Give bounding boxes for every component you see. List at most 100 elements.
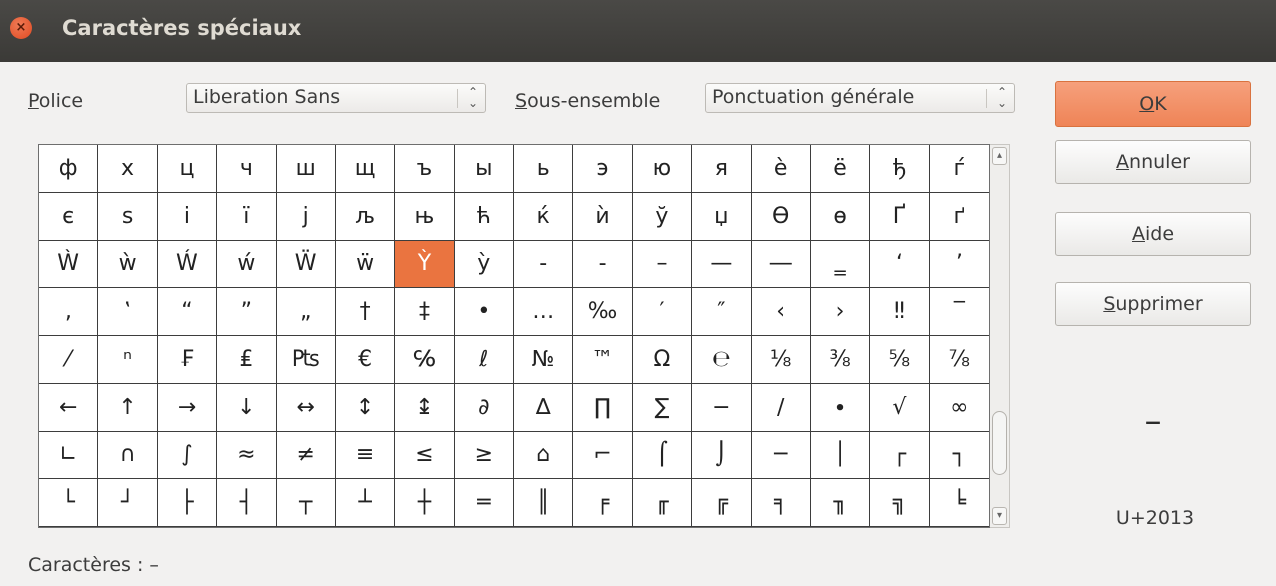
scroll-thumb[interactable] [992, 411, 1007, 475]
character-cell[interactable]: ь [514, 145, 574, 193]
character-cell[interactable]: ™ [573, 336, 633, 384]
character-cell[interactable]: è [751, 145, 811, 193]
character-cell[interactable]: џ [692, 192, 752, 241]
character-cell[interactable]: € [335, 336, 396, 384]
character-cell[interactable]: ┬ [276, 479, 336, 527]
character-cell[interactable]: ẃ [217, 240, 277, 289]
ok-button[interactable]: OK [1055, 81, 1251, 127]
character-cell[interactable]: ╓ [632, 479, 693, 527]
font-combobox[interactable]: Liberation Sans ⌃ ⌄ [186, 83, 486, 113]
character-cell[interactable]: ë [810, 145, 871, 193]
character-cell[interactable]: ∙ [810, 383, 871, 432]
character-cell[interactable]: ┘ [98, 479, 158, 527]
character-cell[interactable]: „ [276, 288, 336, 336]
character-cell[interactable]: — [692, 240, 752, 289]
character-cell[interactable]: ‛ [98, 288, 158, 336]
character-cell[interactable]: ┌ [870, 431, 930, 480]
character-cell[interactable]: э [573, 145, 633, 193]
character-cell[interactable]: ш [276, 145, 336, 193]
character-cell[interactable]: № [514, 336, 574, 384]
subset-combobox[interactable]: Ponctuation générale ⌃ ⌄ [705, 83, 1015, 113]
character-cell[interactable]: ‑ [573, 240, 633, 289]
character-grid[interactable]: фхцчшщъыьэюяèëђѓ єѕіїјљњћќѝўџѲѳҐґ ẀẁẂẃẄẅỲỳ… [38, 144, 990, 528]
character-cell[interactable]: ѳ [810, 192, 871, 241]
character-cell[interactable]: ⌡ [692, 431, 752, 480]
character-cell[interactable]: ц [157, 145, 218, 193]
character-cell[interactable]: ⌐ [573, 431, 633, 480]
character-cell[interactable]: ќ [514, 192, 574, 241]
character-cell[interactable]: ├ [157, 479, 218, 527]
character-cell[interactable]: ї [217, 192, 277, 241]
character-cell[interactable]: ∩ [98, 431, 158, 480]
character-cell[interactable]: Ẅ [276, 240, 336, 289]
character-cell[interactable]: ≈ [217, 431, 277, 480]
character-cell[interactable]: ’ [929, 241, 989, 289]
character-cell[interactable]: → [157, 383, 218, 432]
character-cell[interactable]: ∏ [573, 383, 633, 432]
character-cell[interactable]: ╘ [929, 479, 989, 527]
character-cell[interactable]: † [335, 288, 396, 336]
scroll-down-icon[interactable]: ▾ [992, 507, 1007, 525]
character-cell[interactable]: ⅝ [870, 336, 930, 384]
character-cell[interactable]: ђ [870, 145, 930, 193]
character-cell[interactable]: Ω [632, 336, 693, 384]
character-cell[interactable]: ╗ [870, 479, 930, 527]
close-icon[interactable]: × [10, 17, 32, 39]
character-cell[interactable]: “ [157, 288, 218, 336]
delete-button[interactable]: Supprimer [1055, 282, 1251, 326]
character-cell[interactable]: ј [276, 192, 336, 241]
character-cell[interactable]: ы [454, 145, 514, 193]
scroll-up-icon[interactable]: ▴ [992, 147, 1007, 165]
character-cell[interactable]: ∞ [929, 384, 989, 432]
character-cell[interactable]: ― [751, 240, 811, 289]
character-cell[interactable]: │ [810, 431, 871, 480]
character-cell[interactable]: ℅ [395, 336, 455, 384]
character-cell[interactable]: ѝ [573, 192, 633, 241]
character-cell[interactable]: √ [870, 383, 930, 432]
character-cell[interactable]: ║ [514, 479, 574, 527]
character-cell[interactable]: ∕ [751, 383, 811, 432]
character-cell[interactable]: є [39, 192, 99, 241]
character-cell[interactable]: ₣ [157, 336, 218, 384]
character-cell[interactable]: ≠ [276, 431, 336, 480]
character-cell[interactable]: ╕ [751, 479, 811, 527]
character-cell[interactable]: ⌂ [514, 431, 574, 480]
character-cell[interactable]: њ [395, 192, 455, 241]
character-cell[interactable]: ↑ [98, 383, 158, 432]
character-cell[interactable]: ⁄ [39, 336, 99, 384]
character-cell[interactable]: ‹ [751, 288, 811, 336]
character-cell[interactable]: ┐ [929, 432, 989, 480]
character-cell[interactable]: щ [335, 145, 396, 193]
character-cell[interactable]: ℮ [692, 336, 752, 384]
character-cell[interactable]: ‘ [870, 240, 930, 289]
character-cell[interactable]: ← [39, 383, 99, 432]
character-cell[interactable]: ≡ [335, 431, 396, 480]
character-cell[interactable]: ╔ [692, 479, 752, 527]
character-cell[interactable]: ґ [929, 193, 989, 241]
character-cell[interactable]: ⁿ [98, 336, 158, 384]
character-cell[interactable]: ≥ [454, 431, 514, 480]
character-cell[interactable]: › [810, 288, 871, 336]
character-cell[interactable]: ‾ [929, 288, 989, 336]
character-cell[interactable]: ‐ [514, 240, 574, 289]
character-cell[interactable]: ─ [751, 431, 811, 480]
character-cell[interactable]: ‰ [573, 288, 633, 336]
character-cell[interactable]: ∂ [454, 383, 514, 432]
character-cell[interactable]: − [692, 383, 752, 432]
grid-scrollbar[interactable]: ▴ ▾ [990, 144, 1010, 528]
character-cell[interactable]: ⅞ [929, 336, 989, 384]
character-cell[interactable]: ↓ [217, 383, 277, 432]
character-cell[interactable]: ѕ [98, 192, 158, 241]
character-cell[interactable]: ю [632, 145, 693, 193]
character-cell[interactable]: Ẃ [157, 240, 218, 289]
character-cell[interactable]: ≤ [395, 431, 455, 480]
character-cell[interactable]: ↔ [276, 383, 336, 432]
character-cell[interactable]: ћ [454, 192, 514, 241]
character-cell[interactable]: ẅ [335, 240, 396, 289]
character-cell[interactable]: ₧ [276, 336, 336, 384]
character-cell[interactable]: ℓ [454, 336, 514, 384]
character-cell[interactable]: х [98, 145, 158, 193]
character-cell[interactable]: ỳ [454, 240, 514, 289]
character-cell[interactable]: ‡ [395, 288, 455, 336]
character-cell[interactable]: ′ [632, 288, 693, 336]
